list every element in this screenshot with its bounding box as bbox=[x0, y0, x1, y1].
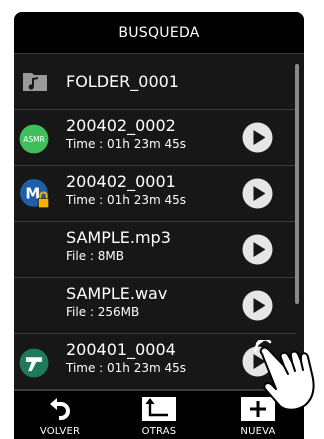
play-icon[interactable] bbox=[242, 178, 273, 209]
item-name: 200402_0001 bbox=[66, 172, 176, 191]
scrollbar[interactable] bbox=[295, 64, 299, 304]
t-badge-icon bbox=[19, 348, 49, 378]
item-name: SAMPLE.mp3 bbox=[66, 228, 171, 247]
item-name: 200401_0004 bbox=[66, 340, 176, 359]
nueva-label: NUEVA bbox=[240, 426, 276, 437]
play-icon[interactable] bbox=[242, 290, 273, 321]
play-icon[interactable] bbox=[242, 234, 273, 265]
item-filesize: File : 8MB bbox=[66, 249, 124, 263]
list-item[interactable]: SAMPLE.wav File : 256MB bbox=[14, 278, 296, 334]
item-name: 200402_0002 bbox=[66, 116, 176, 135]
otras-button[interactable]: OTRAS bbox=[129, 395, 189, 439]
list-item[interactable]: ASMR 200402_0002 Time : 01h 23m 45s bbox=[14, 110, 296, 166]
music-folder-icon bbox=[23, 73, 47, 91]
touch-hand-icon bbox=[254, 340, 315, 411]
item-name: SAMPLE.wav bbox=[66, 284, 168, 303]
list-item-folder[interactable]: FOLDER_0001 bbox=[14, 54, 296, 110]
volver-button[interactable]: VOLVER bbox=[30, 395, 90, 439]
item-duration: Time : 01h 23m 45s bbox=[66, 361, 187, 375]
otras-label: OTRAS bbox=[141, 426, 177, 437]
asmr-badge-icon: ASMR bbox=[19, 124, 49, 154]
item-filesize: File : 256MB bbox=[66, 305, 140, 319]
folder-up-icon bbox=[142, 397, 176, 421]
back-arrow-icon bbox=[50, 398, 70, 420]
title-bar: BUSQUEDA bbox=[14, 12, 304, 54]
volver-label: VOLVER bbox=[39, 426, 81, 437]
item-name: FOLDER_0001 bbox=[66, 72, 179, 91]
item-duration: Time : 01h 23m 45s bbox=[66, 137, 187, 151]
list-item[interactable]: SAMPLE.mp3 File : 8MB bbox=[14, 222, 296, 278]
svg-text:ASMR: ASMR bbox=[23, 135, 45, 144]
item-duration: Time : 01h 23m 45s bbox=[66, 193, 187, 207]
list-item[interactable]: M 200402_0001 Time : 01h 23m 45s bbox=[14, 166, 296, 222]
page-title: BUSQUEDA bbox=[118, 24, 200, 41]
play-icon[interactable] bbox=[242, 122, 273, 153]
locked-m-badge-icon: M bbox=[20, 179, 50, 209]
